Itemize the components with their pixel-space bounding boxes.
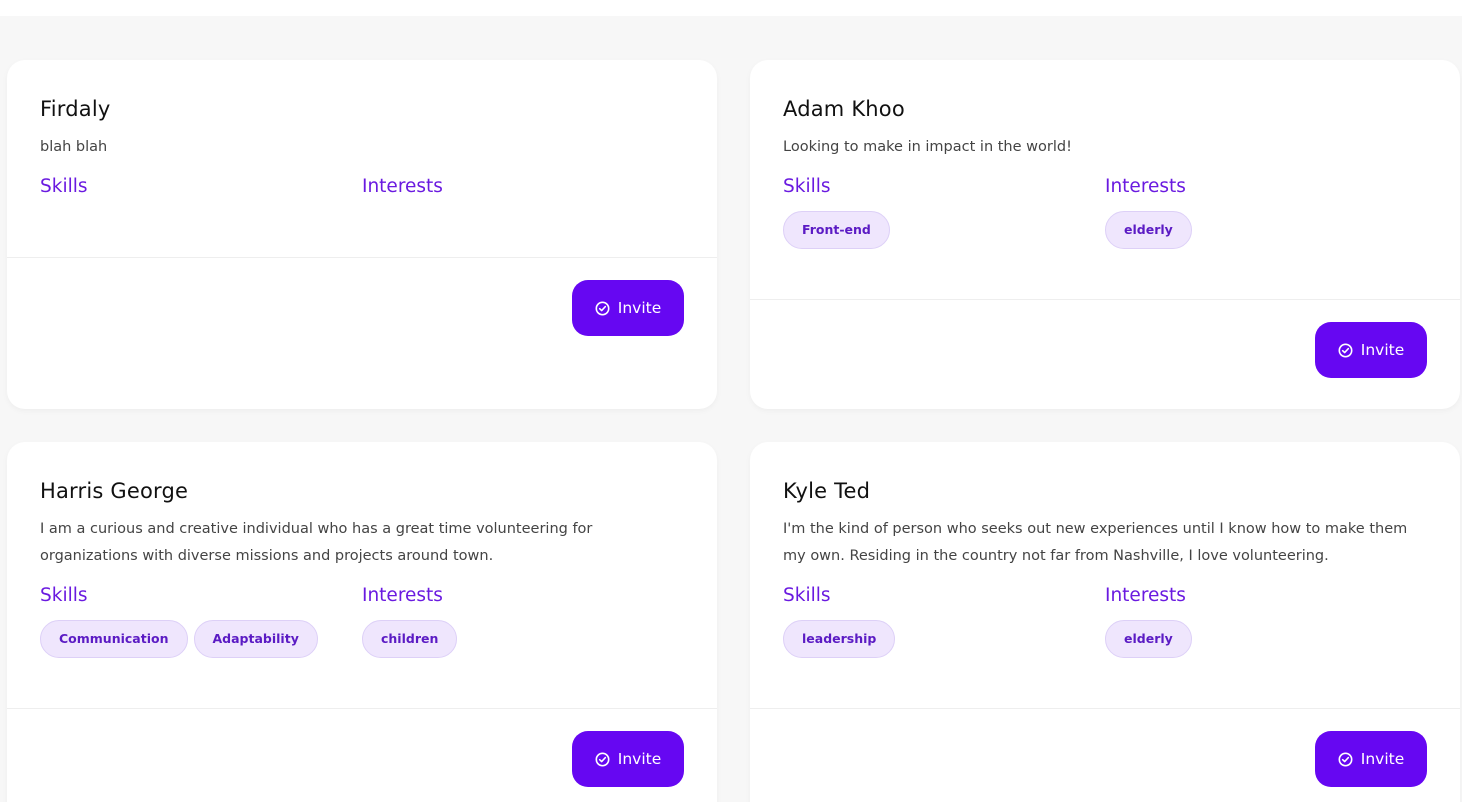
volunteer-bio: blah blah bbox=[40, 139, 108, 155]
skills-heading: Skills bbox=[783, 176, 831, 197]
top-bar bbox=[0, 0, 1462, 16]
skills-section: Skills Front-end bbox=[783, 175, 1105, 249]
skills-section: Skills bbox=[40, 175, 362, 199]
volunteer-bio: I'm the kind of person who seeks out new… bbox=[783, 521, 1408, 564]
interests-heading: Interests bbox=[362, 585, 443, 606]
volunteer-name: Firdaly bbox=[40, 97, 111, 121]
volunteer-name: Adam Khoo bbox=[783, 97, 905, 121]
skill-chip: Adaptability bbox=[193, 620, 318, 658]
check-circle-icon bbox=[595, 301, 610, 316]
invite-label: Invite bbox=[1360, 341, 1405, 359]
volunteer-bio: Looking to make in impact in the world! bbox=[783, 139, 1072, 155]
skill-chip: Front-end bbox=[783, 211, 890, 249]
skills-heading: Skills bbox=[40, 585, 88, 606]
interests-heading: Interests bbox=[1105, 176, 1186, 197]
volunteer-card: Firdaly blah blah Skills Interests Invit… bbox=[7, 60, 717, 409]
invite-button[interactable]: Invite bbox=[1315, 322, 1427, 378]
skills-section: Skills Communication Adaptability bbox=[40, 584, 362, 658]
invite-button[interactable]: Invite bbox=[1315, 731, 1427, 787]
invite-label: Invite bbox=[1360, 750, 1405, 768]
volunteer-card: Harris George I am a curious and creativ… bbox=[7, 442, 717, 802]
skills-heading: Skills bbox=[783, 585, 831, 606]
interest-chip: elderly bbox=[1105, 211, 1192, 249]
interests-section: Interests children bbox=[362, 584, 684, 658]
interest-chip: children bbox=[362, 620, 458, 658]
volunteer-bio: I am a curious and creative individual w… bbox=[40, 521, 593, 564]
check-circle-icon bbox=[1338, 752, 1353, 767]
interests-heading: Interests bbox=[362, 176, 443, 197]
interests-section: Interests elderly bbox=[1105, 175, 1427, 249]
check-circle-icon bbox=[1338, 343, 1353, 358]
interests-heading: Interests bbox=[1105, 585, 1186, 606]
skills-heading: Skills bbox=[40, 176, 88, 197]
volunteer-card: Kyle Ted I'm the kind of person who seek… bbox=[750, 442, 1460, 802]
interest-chip: elderly bbox=[1105, 620, 1192, 658]
skill-chip: Communication bbox=[40, 620, 188, 658]
invite-button[interactable]: Invite bbox=[572, 280, 684, 336]
interests-section: Interests elderly bbox=[1105, 584, 1427, 658]
check-circle-icon bbox=[595, 752, 610, 767]
skills-section: Skills leadership bbox=[783, 584, 1105, 658]
volunteer-name: Harris George bbox=[40, 479, 189, 503]
volunteer-card: Adam Khoo Looking to make in impact in t… bbox=[750, 60, 1460, 409]
interests-section: Interests bbox=[362, 175, 684, 199]
skill-chip: leadership bbox=[783, 620, 896, 658]
invite-label: Invite bbox=[617, 299, 662, 317]
volunteer-name: Kyle Ted bbox=[783, 479, 871, 503]
invite-button[interactable]: Invite bbox=[572, 731, 684, 787]
invite-label: Invite bbox=[617, 750, 662, 768]
